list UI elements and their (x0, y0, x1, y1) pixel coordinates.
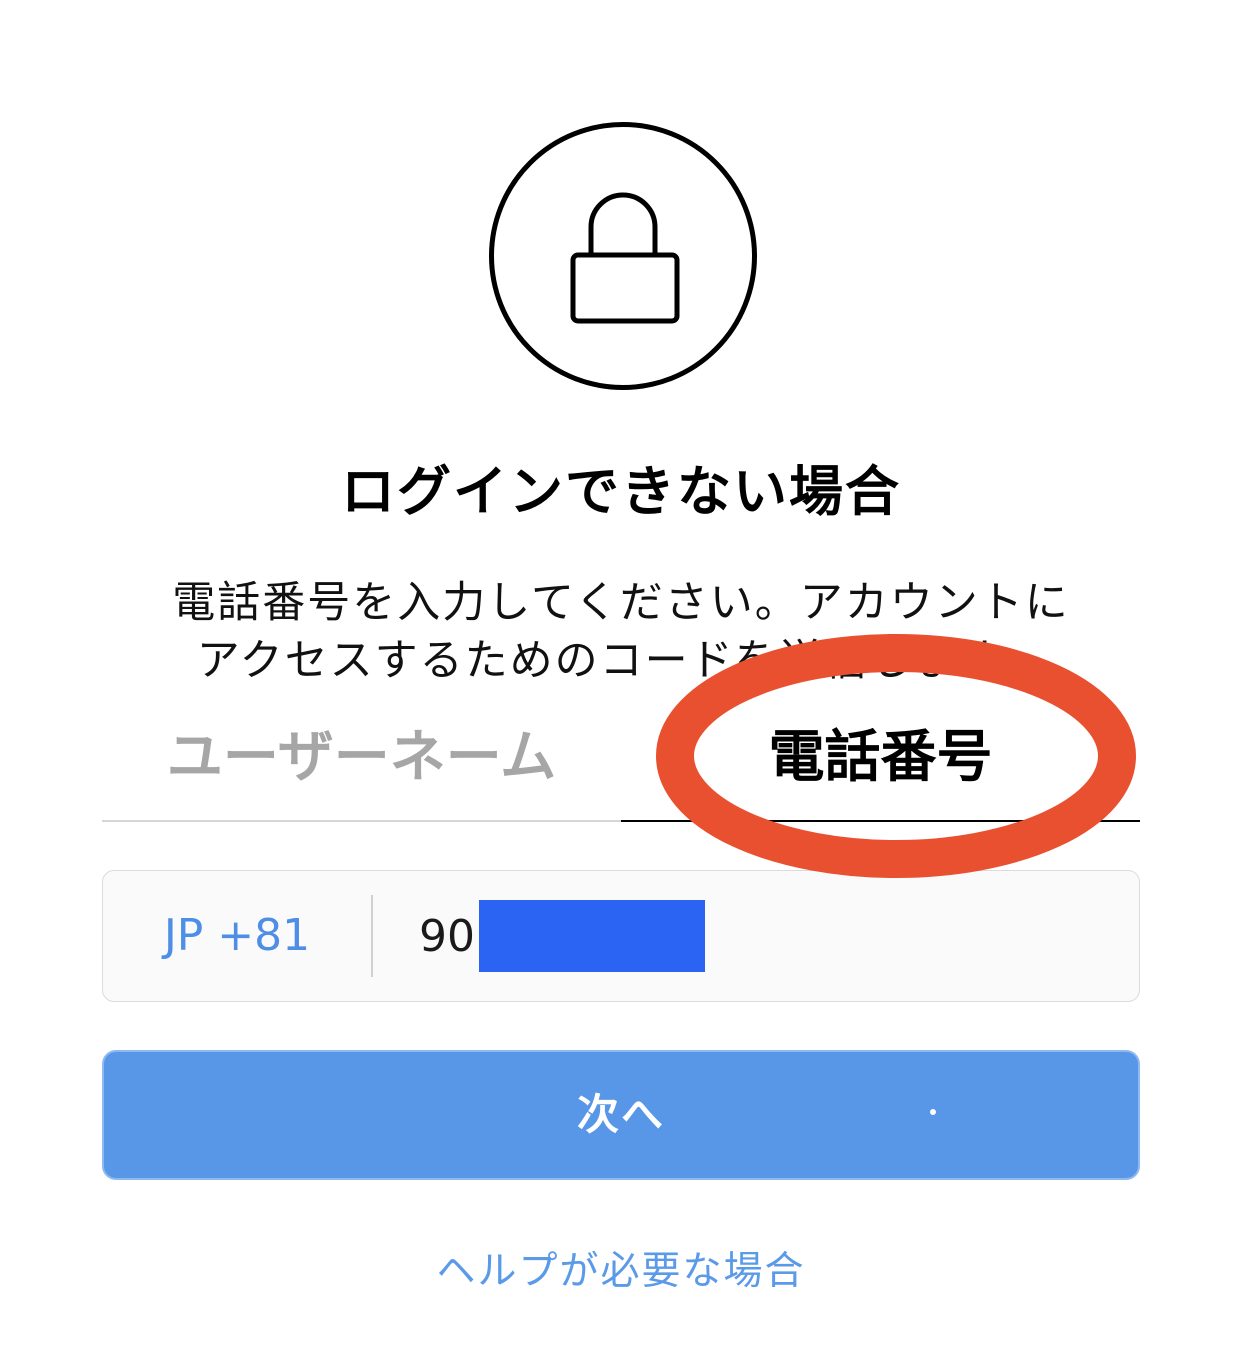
phone-input-group: JP +81 90 (102, 870, 1140, 1002)
button-dot (930, 1109, 936, 1115)
next-button-label: 次へ (576, 1090, 665, 1139)
instruction-text: 電話番号を入力してください。アカウントにアクセスするためのコードを送信します。 (172, 578, 1070, 686)
input-divider (371, 895, 373, 977)
help-link[interactable]: ヘルプが必要な場合 (0, 1240, 1242, 1296)
lock-icon (570, 192, 680, 324)
phone-number-input[interactable]: 90 (419, 899, 1099, 973)
tab-phone-number[interactable]: 電話番号 (621, 700, 1140, 822)
page-title: ログインできない場合 (341, 460, 901, 523)
next-button[interactable]: 次へ (102, 1050, 1140, 1180)
phone-number-prefix: 90 (419, 910, 475, 962)
login-method-tabs: ユーザーネーム 電話番号 (102, 700, 1140, 822)
tab-username[interactable]: ユーザーネーム (102, 700, 621, 822)
redaction-block (479, 900, 705, 972)
lock-circle (489, 122, 757, 390)
country-code-selector[interactable]: JP +81 (103, 871, 371, 1001)
